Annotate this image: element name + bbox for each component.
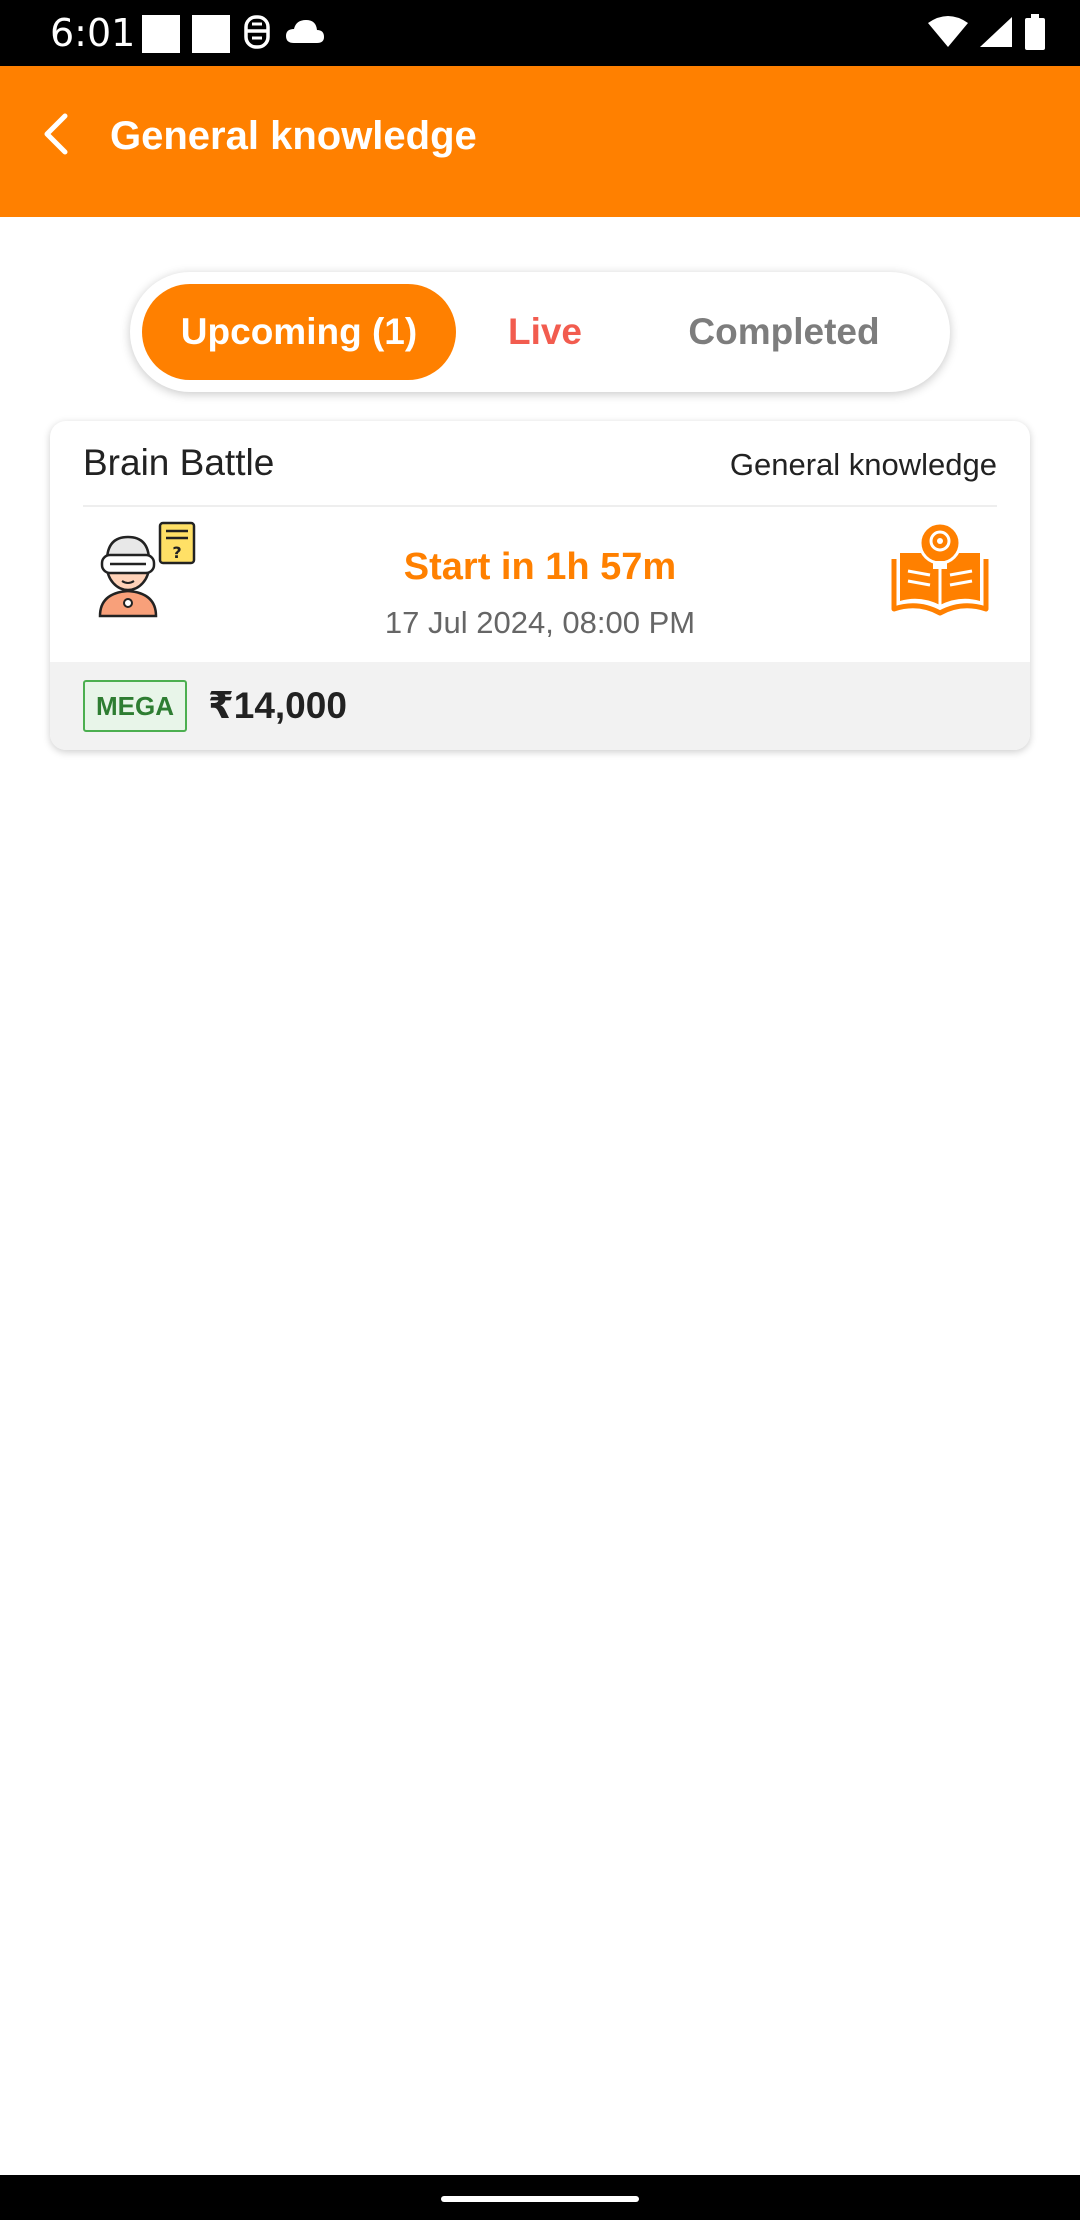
chevron-left-icon <box>41 112 71 161</box>
card-footer: MEGA ₹14,000 <box>50 662 1030 750</box>
notification-square-icon <box>142 15 180 53</box>
status-bar: 6:01 <box>0 0 1080 66</box>
cloud-icon <box>284 17 326 52</box>
battery-icon <box>1024 13 1046 55</box>
cellular-signal-icon <box>978 15 1014 54</box>
home-indicator[interactable] <box>441 2196 639 2202</box>
contest-category: General knowledge <box>729 447 997 482</box>
contest-title: Brain Battle <box>83 442 275 483</box>
status-icons-left <box>142 14 326 54</box>
back-button[interactable] <box>30 106 82 166</box>
knowledge-book-icon <box>890 519 990 619</box>
tab-completed[interactable]: Completed <box>630 284 938 380</box>
prize-amount: ₹14,000 <box>208 685 347 726</box>
page-title: General knowledge <box>110 114 477 158</box>
divider <box>83 505 997 507</box>
app-bar: General knowledge <box>0 66 1080 217</box>
notification-square-icon <box>192 15 230 53</box>
status-icons-right <box>928 13 1046 55</box>
start-date: 17 Jul 2024, 08:00 PM <box>384 605 696 640</box>
vpn-icon <box>242 14 272 55</box>
wifi-icon <box>928 15 968 54</box>
contest-card[interactable]: Brain Battle General knowledge ? Start i… <box>50 421 1030 750</box>
tab-live[interactable]: Live <box>460 284 630 380</box>
mega-badge: MEGA <box>83 680 187 732</box>
tab-upcoming[interactable]: Upcoming (1) <box>142 284 456 380</box>
navigation-bar <box>0 2175 1080 2220</box>
start-countdown: Start in 1h 57m <box>403 546 677 588</box>
status-time: 6:01 <box>50 11 136 55</box>
contest-status-tabs: Upcoming (1) Live Completed <box>130 272 950 392</box>
